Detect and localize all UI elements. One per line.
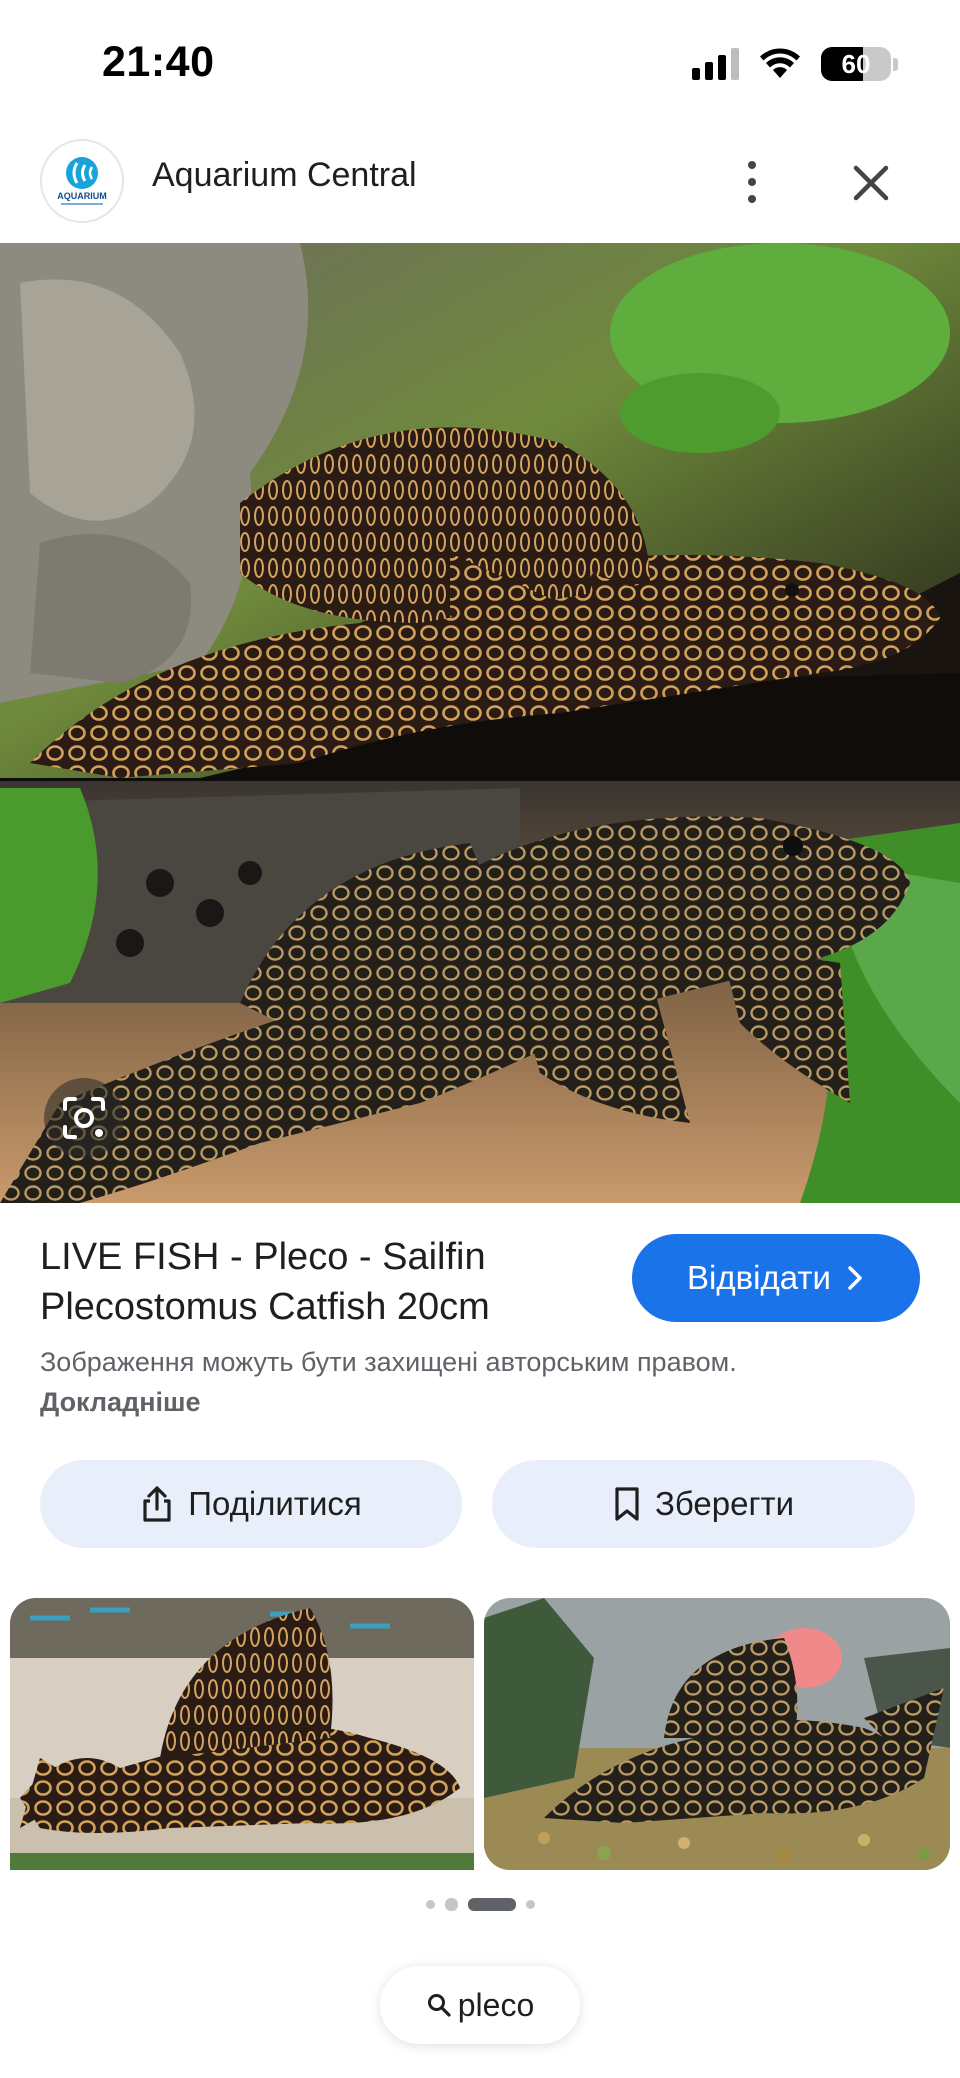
visit-button[interactable]: Відвідати: [632, 1234, 920, 1322]
search-query-chip[interactable]: pleco: [380, 1966, 580, 2044]
copyright-text: Зображення можуть бути захищені авторськ…: [40, 1347, 737, 1377]
result-header: AQUARIUM Aquarium Central: [0, 130, 960, 240]
share-button[interactable]: Поділитися: [40, 1460, 462, 1548]
wifi-icon: [760, 48, 800, 78]
close-icon[interactable]: [846, 158, 896, 208]
result-title: LIVE FISH - Pleco - Sailfin Plecostomus …: [40, 1236, 490, 1328]
page-indicator: [0, 1894, 960, 1914]
save-label: Зберегти: [654, 1485, 795, 1522]
battery-level: 60: [841, 49, 871, 79]
chevron-right-icon: [848, 1266, 862, 1290]
search-query: pleco: [457, 1986, 535, 2023]
related-images: [10, 1598, 950, 1870]
battery-icon: 60: [821, 47, 891, 81]
page-dot: [444, 1897, 458, 1911]
share-icon: [143, 1486, 171, 1522]
aquarium-logo-icon: AQUARIUM: [57, 157, 107, 205]
site-name: Aquarium Central: [152, 156, 417, 194]
signal-icon: [692, 48, 739, 80]
visit-label: Відвідати: [687, 1259, 831, 1296]
status-icons: 60: [692, 44, 898, 84]
page-dot-active: [467, 1897, 516, 1911]
related-image[interactable]: [10, 1598, 474, 1870]
search-icon: [427, 1994, 451, 2017]
status-time: 21:40: [102, 38, 215, 86]
google-image-viewer: 21:40 60 AQUARIUM Aquarium Central LIVE …: [0, 0, 960, 2078]
more-options-button[interactable]: [730, 150, 774, 214]
page-dot: [425, 1899, 435, 1909]
related-image[interactable]: [484, 1598, 950, 1870]
page-dot: [525, 1899, 535, 1909]
status-bar: 21:40 60: [0, 0, 960, 126]
main-image[interactable]: [0, 243, 960, 1203]
logo-text: AQUARIUM: [57, 191, 107, 201]
share-label: Поділитися: [188, 1485, 362, 1522]
copyright-notice: Зображення можуть бути захищені авторськ…: [40, 1342, 800, 1422]
save-button[interactable]: Зберегти: [492, 1460, 915, 1548]
site-logo[interactable]: AQUARIUM: [40, 139, 124, 223]
more-vert-icon: [748, 161, 756, 169]
bookmark-icon: [615, 1487, 639, 1521]
learn-more-link[interactable]: Докладніше: [40, 1387, 201, 1417]
lens-icon: [63, 1097, 105, 1139]
lens-search-button[interactable]: [44, 1078, 124, 1158]
